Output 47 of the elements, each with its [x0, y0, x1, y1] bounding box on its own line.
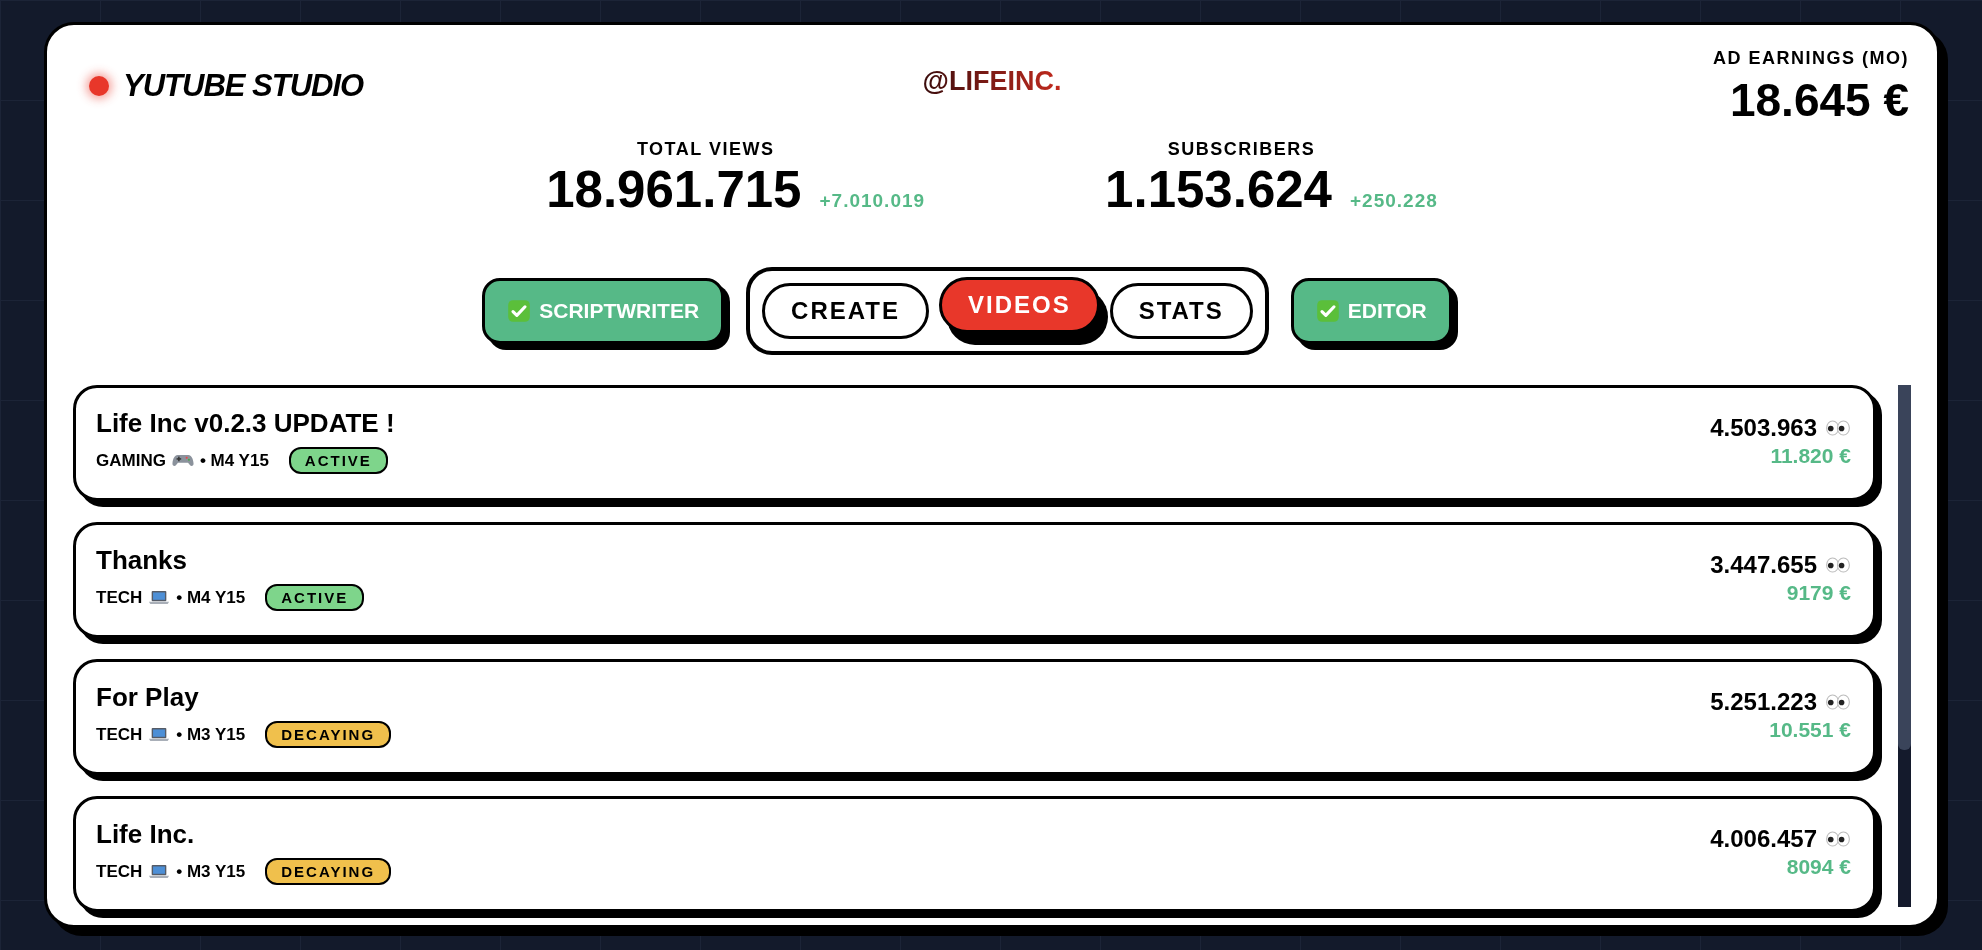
- eyes-icon: [1825, 694, 1851, 710]
- video-title: Life Inc.: [96, 819, 196, 850]
- laptop-icon: [148, 864, 171, 879]
- check-icon: [507, 299, 532, 323]
- live-dot-icon: [89, 76, 109, 96]
- earnings-label: AD EARNINGS (MO): [1713, 48, 1909, 69]
- gamepad-icon: [171, 453, 194, 468]
- view-count: 4.006.457: [1710, 825, 1817, 853]
- eyes-icon: [1825, 420, 1851, 436]
- video-revenue: 9179 €: [1786, 581, 1851, 605]
- earnings-value: 18.645 €: [1729, 73, 1909, 127]
- video-category: TECH: [96, 861, 143, 882]
- view-count: 4.503.963: [1710, 414, 1817, 442]
- status-badge: ACTIVE: [265, 584, 365, 611]
- laptop-icon: [148, 590, 171, 605]
- video-date: • M3 Y15: [176, 861, 246, 882]
- video-category: TECH: [96, 724, 143, 745]
- tab[interactable]: STATS: [1109, 283, 1253, 339]
- stat-label: SUBSCRIBERS: [1167, 139, 1316, 160]
- eyes-icon: [1825, 831, 1851, 847]
- video-date: • M4 Y15: [176, 587, 246, 608]
- video-revenue: 8094 €: [1786, 855, 1851, 879]
- video-category: GAMING: [96, 450, 166, 471]
- status-badge: ACTIVE: [288, 447, 388, 474]
- video-title: Life Inc v0.2.3 UPDATE !: [96, 408, 395, 439]
- stat-value: 1.153.624: [1105, 160, 1332, 219]
- stat-delta: +250.228: [1350, 190, 1438, 212]
- video-date: • M3 Y15: [176, 724, 246, 745]
- video-title: Thanks: [96, 545, 189, 576]
- video-category: TECH: [96, 587, 143, 608]
- status-badge: DECAYING: [265, 858, 392, 885]
- video-revenue: 11.820 €: [1770, 444, 1851, 468]
- tab[interactable]: CREATE: [762, 283, 929, 339]
- video-revenue: 10.551 €: [1769, 718, 1851, 742]
- status-badge: DECAYING: [265, 721, 392, 748]
- view-count: 3.447.655: [1710, 551, 1817, 579]
- stat-label: TOTAL VIEWS: [636, 139, 775, 160]
- app-title: YUTUBE STUDIO: [123, 68, 364, 104]
- video-date: • M4 Y15: [199, 450, 269, 471]
- eyes-icon: [1825, 557, 1851, 573]
- view-count: 5.251.223: [1710, 688, 1817, 716]
- stat-value: 18.961.715: [546, 160, 802, 219]
- stat-delta: +7.010.019: [819, 190, 926, 212]
- check-icon: [1315, 299, 1340, 323]
- video-title: For Play: [96, 682, 200, 713]
- scrollbar[interactable]: [1898, 385, 1911, 907]
- laptop-icon: [148, 727, 171, 742]
